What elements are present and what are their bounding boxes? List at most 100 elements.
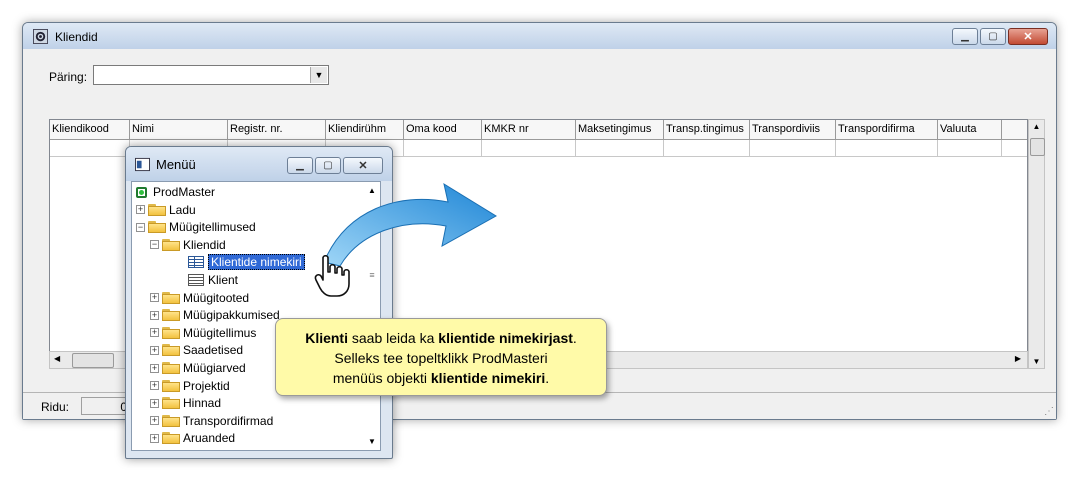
table-cell[interactable] — [50, 140, 130, 156]
close-button[interactable]: ✕ — [1008, 28, 1048, 45]
table-cell[interactable] — [482, 140, 576, 156]
expand-icon[interactable]: + — [150, 381, 159, 391]
column-header[interactable]: Registr. nr. — [228, 120, 326, 139]
tree-item[interactable]: + Transpordifirmad — [150, 413, 273, 429]
tree-item-label: Klient — [208, 273, 239, 287]
folder-icon — [162, 291, 180, 304]
expand-icon[interactable]: + — [150, 310, 159, 320]
scroll-thumb[interactable] — [1030, 138, 1045, 156]
row-count-value: 0 — [81, 397, 131, 415]
expand-icon[interactable]: + — [150, 328, 159, 338]
close-icon: ✕ — [1023, 30, 1033, 43]
menu-minimize-button[interactable]: ▁ — [287, 157, 313, 174]
callout-line-2: Selleks tee topeltklikk ProdMasteri — [334, 350, 548, 366]
hscroll-thumb[interactable] — [72, 353, 114, 368]
column-header[interactable]: Nimi — [130, 120, 228, 139]
gear-icon — [33, 29, 48, 44]
tree-item[interactable]: + Saadetised — [150, 342, 243, 358]
expand-icon[interactable]: + — [150, 433, 159, 443]
folder-icon — [162, 309, 180, 322]
tree-item[interactable]: + Müügitooted — [150, 290, 249, 306]
tree-item[interactable]: + Aruanded — [150, 430, 235, 446]
folder-open-icon — [148, 221, 166, 234]
column-header[interactable]: Oma kood — [404, 120, 482, 139]
tree-item[interactable]: ProdMaster — [136, 184, 215, 200]
expand-icon[interactable]: + — [136, 205, 145, 215]
query-select[interactable]: ▼ — [93, 65, 329, 85]
instruction-callout: Klienti saab leida ka klientide nimekirj… — [275, 318, 607, 396]
column-header[interactable]: Maksetingimus — [576, 120, 664, 139]
scroll-up-icon[interactable]: ▲ — [1029, 122, 1044, 131]
column-header[interactable]: Transp.tingimus — [664, 120, 750, 139]
table-cell[interactable] — [938, 140, 1002, 156]
minimize-icon: ▁ — [296, 159, 304, 171]
table-cell[interactable] — [664, 140, 750, 156]
maximize-icon: ▢ — [988, 30, 998, 42]
grid-icon — [188, 256, 204, 269]
table-header: Kliendikood Nimi Registr. nr. Kliendirühm Om… — [50, 120, 1027, 140]
column-header[interactable]: Kliendirühm — [326, 120, 404, 139]
tree-item-label: Müügitooted — [183, 290, 250, 305]
tree-item-label: Projektid — [183, 378, 230, 393]
collapse-icon[interactable]: − — [136, 222, 145, 232]
folder-icon — [162, 414, 180, 427]
folder-icon — [148, 203, 166, 216]
expand-icon[interactable]: + — [150, 416, 159, 426]
tree-item[interactable]: + Hinnad — [150, 395, 221, 411]
folder-icon — [162, 379, 180, 392]
tree-item[interactable]: Klientide nimekiri — [164, 254, 305, 271]
scroll-left-icon[interactable]: ◀ — [54, 354, 60, 363]
expand-icon[interactable]: + — [150, 345, 159, 355]
title-bar[interactable]: Kliendid ▁ ▢ ✕ — [23, 23, 1056, 49]
tree-item-label: Klientide nimekiri — [208, 254, 305, 271]
root-icon — [136, 186, 147, 198]
expand-icon[interactable]: + — [150, 293, 159, 303]
row-count-label: Ridu: — [41, 400, 70, 414]
tree-item-label: Ladu — [169, 202, 196, 217]
table-cell[interactable] — [750, 140, 836, 156]
chevron-down-icon[interactable]: ▼ — [310, 67, 327, 83]
resize-grip-icon[interactable]: ⋰ — [1044, 406, 1054, 417]
tree-item[interactable]: + Ladu — [136, 202, 196, 218]
maximize-button[interactable]: ▢ — [980, 28, 1006, 45]
table-cell[interactable] — [836, 140, 938, 156]
menu-close-button[interactable]: ✕ — [343, 157, 383, 174]
column-header[interactable]: Kliendikood — [50, 120, 130, 139]
column-header[interactable]: Transpordifirma — [836, 120, 938, 139]
scroll-down-icon[interactable]: ▼ — [1029, 357, 1044, 366]
expand-icon[interactable]: + — [150, 363, 159, 373]
table-cell[interactable] — [404, 140, 482, 156]
column-header[interactable]: Transpordiviis — [750, 120, 836, 139]
hand-cursor-icon — [314, 254, 350, 297]
tree-item-label: Müügitellimus — [183, 325, 257, 340]
folder-icon — [162, 397, 180, 410]
menu-maximize-button[interactable]: ▢ — [315, 157, 341, 174]
tree-item[interactable]: − Müügitellimused — [136, 219, 256, 235]
menu-title: Menüü — [156, 157, 196, 172]
table-cell[interactable] — [576, 140, 664, 156]
column-header[interactable]: KMKR nr — [482, 120, 576, 139]
tree-item[interactable]: + Müügipakkumised — [150, 307, 280, 323]
minimize-button[interactable]: ▁ — [952, 28, 978, 45]
tree-item[interactable]: Klient — [164, 272, 238, 288]
column-header[interactable]: Valuuta — [938, 120, 1002, 139]
collapse-icon[interactable]: − — [150, 240, 159, 250]
tree-item[interactable]: + Projektid — [150, 378, 230, 394]
vertical-scrollbar[interactable]: ▲ ▼ — [1028, 119, 1045, 369]
tree-item[interactable]: + Müügitellimus — [150, 325, 256, 341]
scroll-down-icon[interactable]: ▼ — [364, 437, 380, 446]
expand-icon[interactable]: + — [150, 398, 159, 408]
tree-item[interactable]: − Kliendid — [150, 237, 226, 253]
query-label: Päring: — [49, 70, 88, 84]
folder-icon — [162, 344, 180, 357]
close-icon: ✕ — [358, 159, 368, 172]
window-title: Kliendid — [55, 30, 98, 44]
callout-line-1: Klienti saab leida ka klientide nimekirj… — [305, 330, 577, 346]
folder-open-icon — [162, 238, 180, 251]
scroll-right-icon[interactable]: ▶ — [1015, 354, 1021, 363]
tree-item-label: ProdMaster — [153, 185, 216, 199]
tree-item[interactable]: + Müügiarved — [150, 360, 246, 376]
menu-window-icon — [135, 157, 150, 172]
folder-icon — [162, 362, 180, 374]
tree-item-label: Saadetised — [183, 343, 244, 358]
